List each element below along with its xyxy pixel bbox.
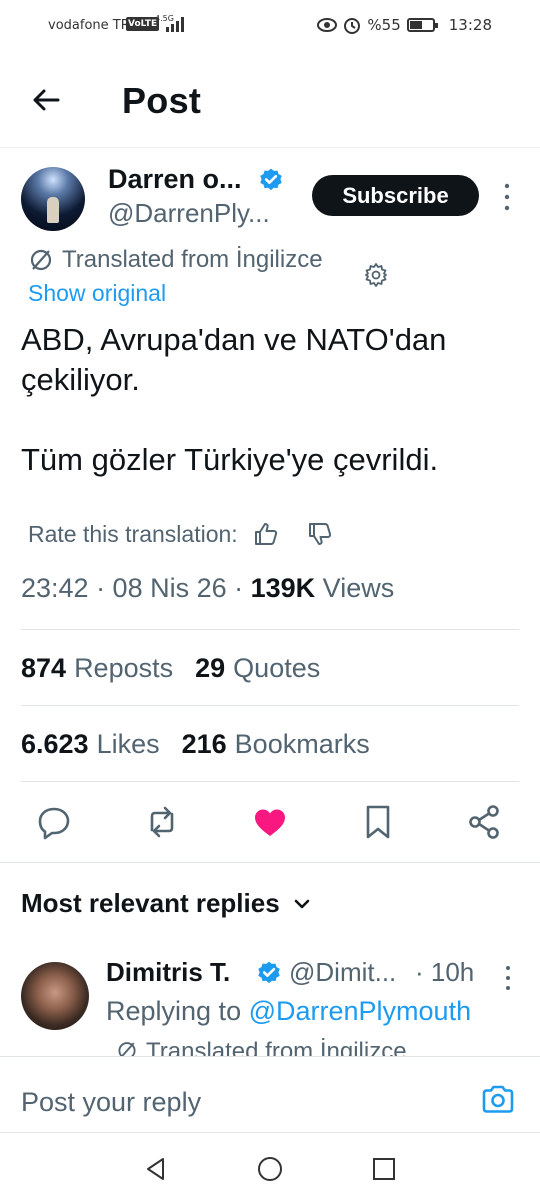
battery-icon xyxy=(406,18,438,32)
replying-to-link[interactable]: @DarrenPlymouth xyxy=(249,996,472,1026)
likes-label: Likes xyxy=(96,729,160,759)
signal-icon xyxy=(166,17,184,32)
carrier-label: vodafone TR xyxy=(48,18,130,33)
more-options-icon[interactable] xyxy=(502,964,514,992)
back-triangle-icon[interactable] xyxy=(141,1154,171,1184)
replying-to: Replying to @DarrenPlymouth xyxy=(106,996,471,1027)
quotes-count: 29 xyxy=(195,653,226,683)
divider xyxy=(21,705,519,706)
home-circle-icon[interactable] xyxy=(255,1154,285,1184)
alarm-icon xyxy=(344,18,361,34)
reposts-stat[interactable]: 874 Reposts xyxy=(21,653,173,684)
clock: 13:28 xyxy=(448,16,492,34)
subscribe-button[interactable]: Subscribe xyxy=(312,175,479,216)
thumbs-down-icon[interactable] xyxy=(306,520,334,548)
repost-icon[interactable] xyxy=(143,802,181,842)
replying-prefix: Replying to xyxy=(106,996,249,1026)
chevron-down-icon xyxy=(294,899,309,908)
divider xyxy=(21,629,519,630)
action-bar xyxy=(0,800,540,846)
likes-stat[interactable]: 6.623 Likes xyxy=(21,729,160,760)
post-text: ABD, Avrupa'dan ve NATO'dan çekiliyor. T… xyxy=(21,322,447,477)
camera-icon[interactable] xyxy=(480,1082,516,1118)
quotes-label: Quotes xyxy=(233,653,321,683)
share-icon[interactable] xyxy=(466,802,504,842)
reply-avatar[interactable] xyxy=(21,962,89,1030)
views-label: Views xyxy=(315,573,395,603)
bookmarks-stat[interactable]: 216 Bookmarks xyxy=(182,729,370,760)
page-header: Post xyxy=(0,52,540,148)
views-count: 139K xyxy=(250,573,316,603)
reply-timestamp: · 10h xyxy=(415,957,475,987)
divider xyxy=(0,1056,540,1057)
rate-translation: Rate this translation: xyxy=(28,520,334,548)
back-arrow-icon[interactable] xyxy=(28,82,64,118)
likes-count: 6.623 xyxy=(21,729,89,759)
verified-badge-icon xyxy=(258,961,280,984)
show-original-link[interactable]: Show original xyxy=(28,280,166,307)
bookmarks-label: Bookmarks xyxy=(234,729,370,759)
post-timestamp: 23:42 · 08 Nis 26 · xyxy=(21,573,251,603)
heart-icon[interactable] xyxy=(251,802,289,842)
post-meta: 23:42 · 08 Nis 26 · 139K Views xyxy=(21,573,394,604)
eye-icon xyxy=(317,18,338,32)
author-handle[interactable]: @DarrenPly... xyxy=(108,198,270,229)
verified-badge-icon xyxy=(260,168,282,191)
reply-icon[interactable] xyxy=(35,802,73,842)
more-options-icon[interactable] xyxy=(500,180,514,214)
stats-row-2: 6.623 Likes 216 Bookmarks xyxy=(21,729,370,760)
recents-square-icon[interactable] xyxy=(369,1154,399,1184)
reply-translated-label: Translated from İngilizce xyxy=(146,1038,407,1056)
translated-label: Translated from İngilizce xyxy=(62,246,323,273)
system-nav-bar xyxy=(0,1140,540,1199)
divider xyxy=(0,862,540,863)
quotes-stat[interactable]: 29 Quotes xyxy=(195,653,320,684)
reposts-label: Reposts xyxy=(74,653,174,683)
translate-icon xyxy=(118,1042,136,1056)
reply-input[interactable] xyxy=(21,1080,461,1124)
author-avatar[interactable] xyxy=(21,167,85,231)
replies-heading: Most relevant replies xyxy=(21,888,280,918)
page-title: Post xyxy=(122,80,202,121)
battery-percent: %55 xyxy=(367,16,401,34)
stats-row-1: 874 Reposts 29 Quotes xyxy=(21,653,320,684)
reply-translation-notice: Translated from İngilizce xyxy=(116,1036,407,1056)
reply-author-name[interactable]: Dimitris T. xyxy=(106,957,230,988)
bookmark-icon[interactable] xyxy=(359,802,397,842)
divider xyxy=(21,781,519,782)
replies-sort-dropdown[interactable]: Most relevant replies xyxy=(21,888,312,919)
reposts-count: 874 xyxy=(21,653,67,683)
thumbs-up-icon[interactable] xyxy=(252,520,280,548)
bookmarks-count: 216 xyxy=(181,729,227,759)
status-bar: vodafone TR VoLTE 4.5G %55 13:28 xyxy=(0,0,540,52)
divider xyxy=(0,1132,540,1133)
translate-icon xyxy=(30,249,52,271)
reply-author-handle[interactable]: @Dimit... xyxy=(289,957,396,988)
rate-translation-label: Rate this translation: xyxy=(28,520,238,547)
author-name[interactable]: Darren o... xyxy=(108,164,242,195)
translation-notice: Translated from İngilizce xyxy=(28,246,323,274)
gear-icon[interactable] xyxy=(363,262,389,288)
